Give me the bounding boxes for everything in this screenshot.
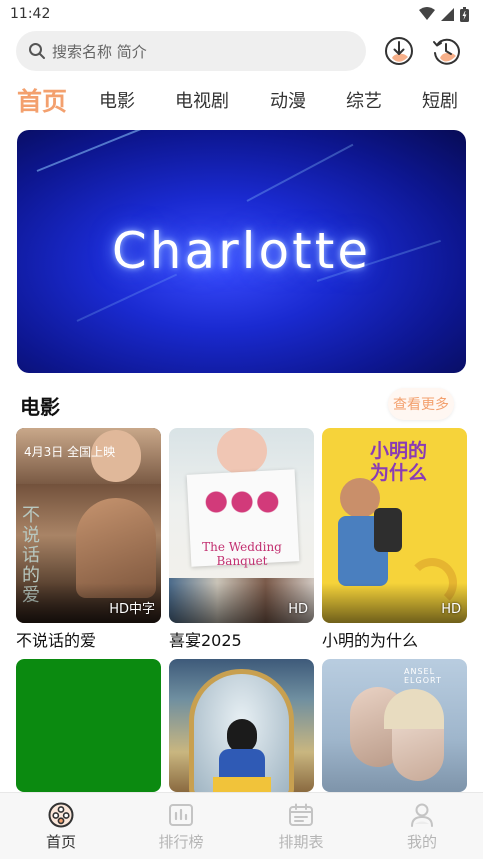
history-button[interactable] [431, 36, 461, 66]
tab-movies[interactable]: 电影 [99, 87, 135, 113]
battery-icon [460, 6, 469, 22]
search-input[interactable]: 搜索名称 简介 [16, 31, 366, 71]
calendar-icon [289, 803, 313, 826]
quality-badge: HD中字 [109, 602, 155, 617]
history-icon [433, 38, 460, 65]
nav-profile[interactable]: 我的 [362, 793, 482, 859]
wifi-icon [419, 7, 435, 20]
download-icon [385, 37, 413, 65]
movie-poster: ANSEL ELGORT [322, 659, 467, 792]
tab-short-drama[interactable]: 短剧 [422, 87, 458, 113]
movie-poster: 小明的为什么 HD [322, 428, 467, 623]
nav-label: 排期表 [278, 832, 324, 851]
movie-card[interactable]: 小明的为什么 HD 小明的为什么 [322, 428, 467, 658]
section-title: 电影 [20, 395, 60, 419]
view-more-button[interactable]: 查看更多 [388, 388, 454, 420]
movie-title: 喜宴2025 [169, 631, 242, 650]
download-button[interactable] [384, 36, 414, 66]
tab-variety[interactable]: 综艺 [346, 87, 382, 113]
film-reel-icon [48, 802, 74, 827]
movie-card[interactable]: ANSEL ELGORT [322, 659, 467, 792]
movie-card[interactable]: 4月3日 全国上映 不说话的爱 HD中字 不说话的爱 [16, 428, 161, 658]
featured-banner[interactable]: Charlotte [17, 130, 466, 373]
movie-card[interactable] [169, 659, 314, 792]
bottom-nav: 首页 排行榜 排期表 我的 [0, 792, 483, 859]
banner-light-streak [246, 143, 354, 202]
banner-light-streak [36, 130, 168, 172]
movie-title: 小明的为什么 [322, 631, 419, 650]
status-icons [419, 6, 469, 22]
banner-light-streak [76, 273, 178, 322]
tab-home[interactable]: 首页 [17, 82, 67, 118]
movie-card[interactable]: The Wedding Banquet HD 喜宴2025 [169, 428, 314, 658]
poster-title: The Wedding Banquet [202, 540, 282, 568]
nav-label: 排行榜 [158, 832, 204, 851]
nav-ranking[interactable]: 排行榜 [121, 793, 241, 859]
tab-tv-series[interactable]: 电视剧 [175, 87, 229, 113]
search-placeholder: 搜索名称 简介 [52, 42, 147, 61]
status-time: 11:42 [10, 6, 51, 22]
poster-credit: ANSEL ELGORT [404, 667, 442, 685]
tab-anime[interactable]: 动漫 [270, 87, 306, 113]
quality-badge: HD [288, 602, 308, 617]
user-icon [411, 803, 433, 827]
nav-label: 首页 [45, 832, 76, 851]
status-bar: 11:42 [0, 0, 483, 28]
quality-badge: HD [441, 602, 461, 617]
movie-poster: The Wedding Banquet HD [169, 428, 314, 623]
category-tabs: 首页 电影 电视剧 动漫 综艺 短剧 [0, 78, 483, 120]
search-icon [29, 43, 45, 59]
movie-poster [16, 659, 161, 792]
movie-title: 不说话的爱 [16, 631, 97, 650]
nav-label: 我的 [406, 832, 437, 851]
poster-date: 4月3日 全国上映 [24, 445, 116, 459]
nav-home[interactable]: 首页 [1, 793, 121, 859]
poster-title: 小明的为什么 [370, 440, 428, 484]
signal-icon [441, 7, 454, 21]
banner-title: Charlotte [111, 222, 372, 280]
movie-poster [169, 659, 314, 792]
nav-schedule[interactable]: 排期表 [241, 793, 361, 859]
movie-poster: 4月3日 全国上映 不说话的爱 HD中字 [16, 428, 161, 623]
chart-icon [169, 803, 193, 826]
movie-card[interactable] [16, 659, 161, 792]
